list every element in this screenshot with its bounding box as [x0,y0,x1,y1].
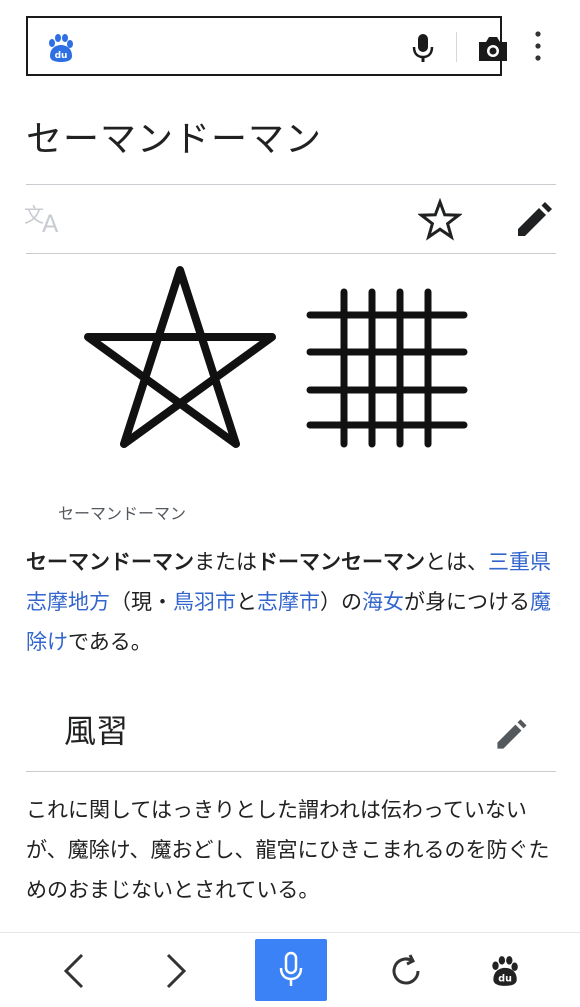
text: とは、 [425,550,488,574]
intro-paragraph: セーマンドーマンまたはドーマンセーマンとは、三重県志摩地方（現・鳥羽市と志摩市）… [26,542,556,662]
svg-text:du: du [498,974,512,985]
seman-doman-figure [84,266,468,448]
camera-icon[interactable] [476,34,510,64]
figure-caption: セーマンドーマン [58,504,187,523]
pentagram-symbol [84,266,276,448]
search-divider [456,32,457,62]
actions-divider [26,253,556,254]
refresh-icon [392,954,420,985]
bold-term: セーマンドーマン [26,550,194,574]
pencil-icon[interactable] [494,716,530,752]
more-vertical-icon[interactable] [526,28,550,68]
search-bar[interactable]: du [26,16,507,76]
link-shima-region[interactable]: 志摩地方 [26,590,110,614]
svg-text:du: du [55,51,68,61]
text: または [194,550,257,574]
bottom-toolbar: du [0,932,580,1007]
home-button[interactable]: du [474,941,534,1001]
link-toba[interactable]: 鳥羽市 [173,590,236,614]
text: ）の [320,590,362,614]
title-divider [26,184,556,185]
chevron-right-icon [166,953,187,989]
translate-icon[interactable]: 文 A [24,200,68,236]
text: （現・ [110,590,173,614]
forward-button[interactable] [146,941,206,1001]
microphone-icon [279,951,303,986]
bold-term: ドーマンセーマン [257,550,425,574]
chevron-left-icon [63,953,84,989]
back-button[interactable] [44,941,104,1001]
section-body: これに関してはっきりとした謂われは伝わっていないが、魔除け、魔おどし、龍宮にひき… [26,798,550,902]
refresh-button[interactable] [376,941,436,1001]
page-title: セーマンドーマン [26,119,323,160]
link-shima-city[interactable]: 志摩市 [257,590,320,614]
svg-text:A: A [42,210,59,236]
microphone-icon[interactable] [408,32,438,64]
baidu-logo-icon[interactable]: du [44,32,76,64]
link-mie[interactable]: 三重県 [488,550,551,574]
text: が身につける [404,590,530,614]
text: である。 [68,630,152,654]
baidu-paw-icon: du [492,956,518,986]
section-heading[interactable]: 風習 [64,706,128,752]
voice-search-button[interactable] [255,939,327,1001]
star-outline-icon[interactable] [418,198,462,242]
link-ama[interactable]: 海女 [362,590,404,614]
svg-text:文: 文 [24,203,44,227]
text: と [236,590,257,614]
section-divider [26,771,556,772]
pencil-icon[interactable] [514,198,556,240]
grid-symbol [306,288,468,448]
